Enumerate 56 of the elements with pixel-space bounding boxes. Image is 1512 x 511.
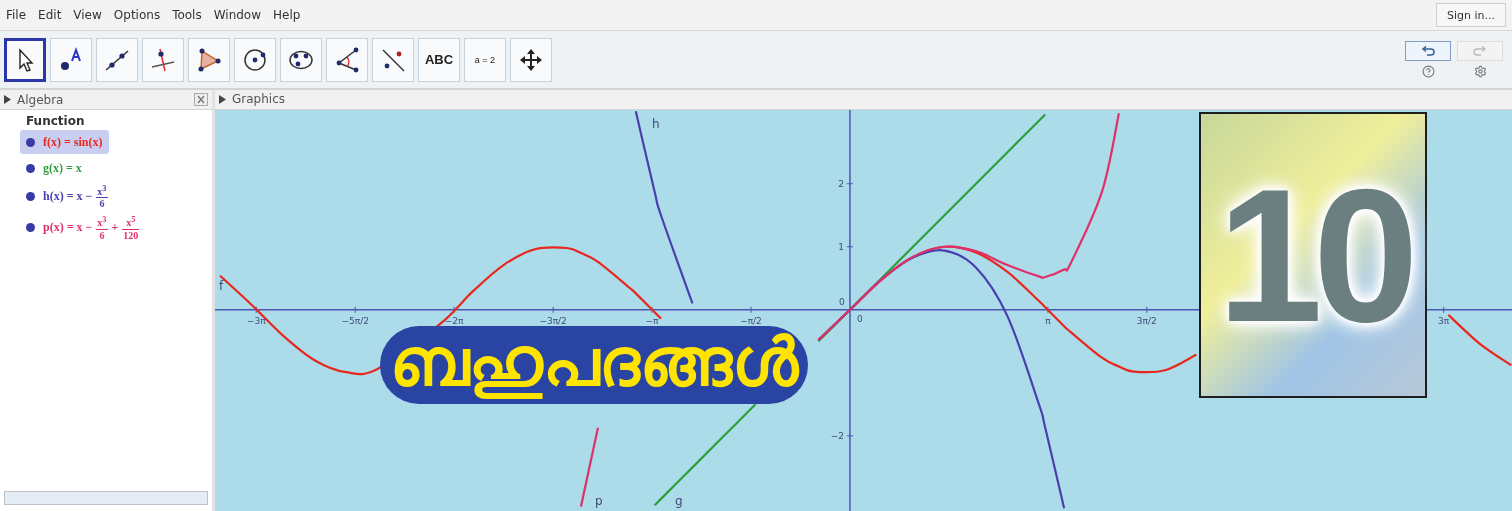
redo-icon xyxy=(1473,46,1487,56)
slider-tool-button[interactable]: a = 2 xyxy=(464,37,506,82)
y-tick-label: −2 xyxy=(830,430,844,441)
reflect-line-icon xyxy=(380,46,406,73)
tool-button[interactable] xyxy=(4,37,46,82)
chapter-number: 10 xyxy=(1217,147,1409,363)
visibility-dot-icon[interactable] xyxy=(26,163,35,173)
formula: f(x) = sin(x) xyxy=(43,134,103,150)
collapse-triangle-icon[interactable] xyxy=(4,95,11,104)
panel-title: Algebra xyxy=(17,92,64,107)
x-tick-label: −2π xyxy=(444,315,464,326)
formula: g(x) = x xyxy=(43,160,82,176)
x-tick-label: −5π/2 xyxy=(341,315,369,326)
point-icon xyxy=(58,46,84,73)
group-label: Function xyxy=(26,114,86,128)
x-tick-label: 3π/2 xyxy=(1136,315,1157,326)
visibility-dot-icon[interactable] xyxy=(26,137,35,147)
x-tick-label: −π xyxy=(645,315,659,326)
curve-label: g xyxy=(675,494,683,507)
menu-item[interactable]: File xyxy=(6,8,27,22)
overlay-title: ബഹുപദങ്ങൾ xyxy=(380,325,808,404)
collapse-triangle-icon[interactable] xyxy=(219,94,226,104)
curve-label: f xyxy=(219,279,224,292)
menu-item[interactable]: Help xyxy=(273,8,301,22)
menu-item[interactable]: Options xyxy=(113,8,161,22)
x-tick-label: −3π/2 xyxy=(539,315,567,326)
graphics-canvas[interactable]: −3π −5π/2 −2π −3π/2 −π −π/2 π 3π/2 3π −2 1 2 0 0 h f ബഹുപദങ്ങൾ 10 p g xyxy=(215,109,1512,511)
perpendicular-lines-icon xyxy=(150,46,176,73)
visibility-dot-icon[interactable] xyxy=(26,223,35,233)
curve-label: h xyxy=(652,117,660,130)
curve-label: p xyxy=(595,494,603,507)
origin-label: 0 xyxy=(839,296,845,307)
visibility-dot-icon[interactable] xyxy=(26,192,35,202)
menu-item[interactable]: Tools xyxy=(172,8,202,22)
x-tick-label: 3π xyxy=(1438,315,1450,326)
horizontal-scrollbar[interactable] xyxy=(4,491,208,505)
triangle-icon xyxy=(196,46,222,73)
y-tick-label: 1 xyxy=(838,241,844,252)
panel-title: Graphics xyxy=(232,92,285,107)
x-tick-label: −3π xyxy=(246,315,266,326)
undo-button[interactable] xyxy=(1405,41,1451,61)
close-icon[interactable] xyxy=(194,93,208,106)
y-tick-label: 2 xyxy=(838,178,844,189)
circle-icon xyxy=(242,46,268,73)
settings-icon[interactable] xyxy=(1473,65,1487,78)
x-tick-label: π xyxy=(1045,315,1051,326)
origin-label: 0 xyxy=(857,313,863,324)
menu-item[interactable]: Window xyxy=(213,8,262,22)
menu-item[interactable]: Edit xyxy=(38,8,62,22)
help-icon[interactable] xyxy=(1421,65,1435,78)
angle-icon xyxy=(334,46,360,73)
sign-in-button[interactable]: Sign in... xyxy=(1436,3,1506,27)
undo-icon xyxy=(1421,46,1435,56)
menu-item[interactable]: View xyxy=(73,8,102,22)
text-tool-button[interactable]: ABC xyxy=(418,37,460,82)
x-tick-label: −π/2 xyxy=(740,315,762,326)
